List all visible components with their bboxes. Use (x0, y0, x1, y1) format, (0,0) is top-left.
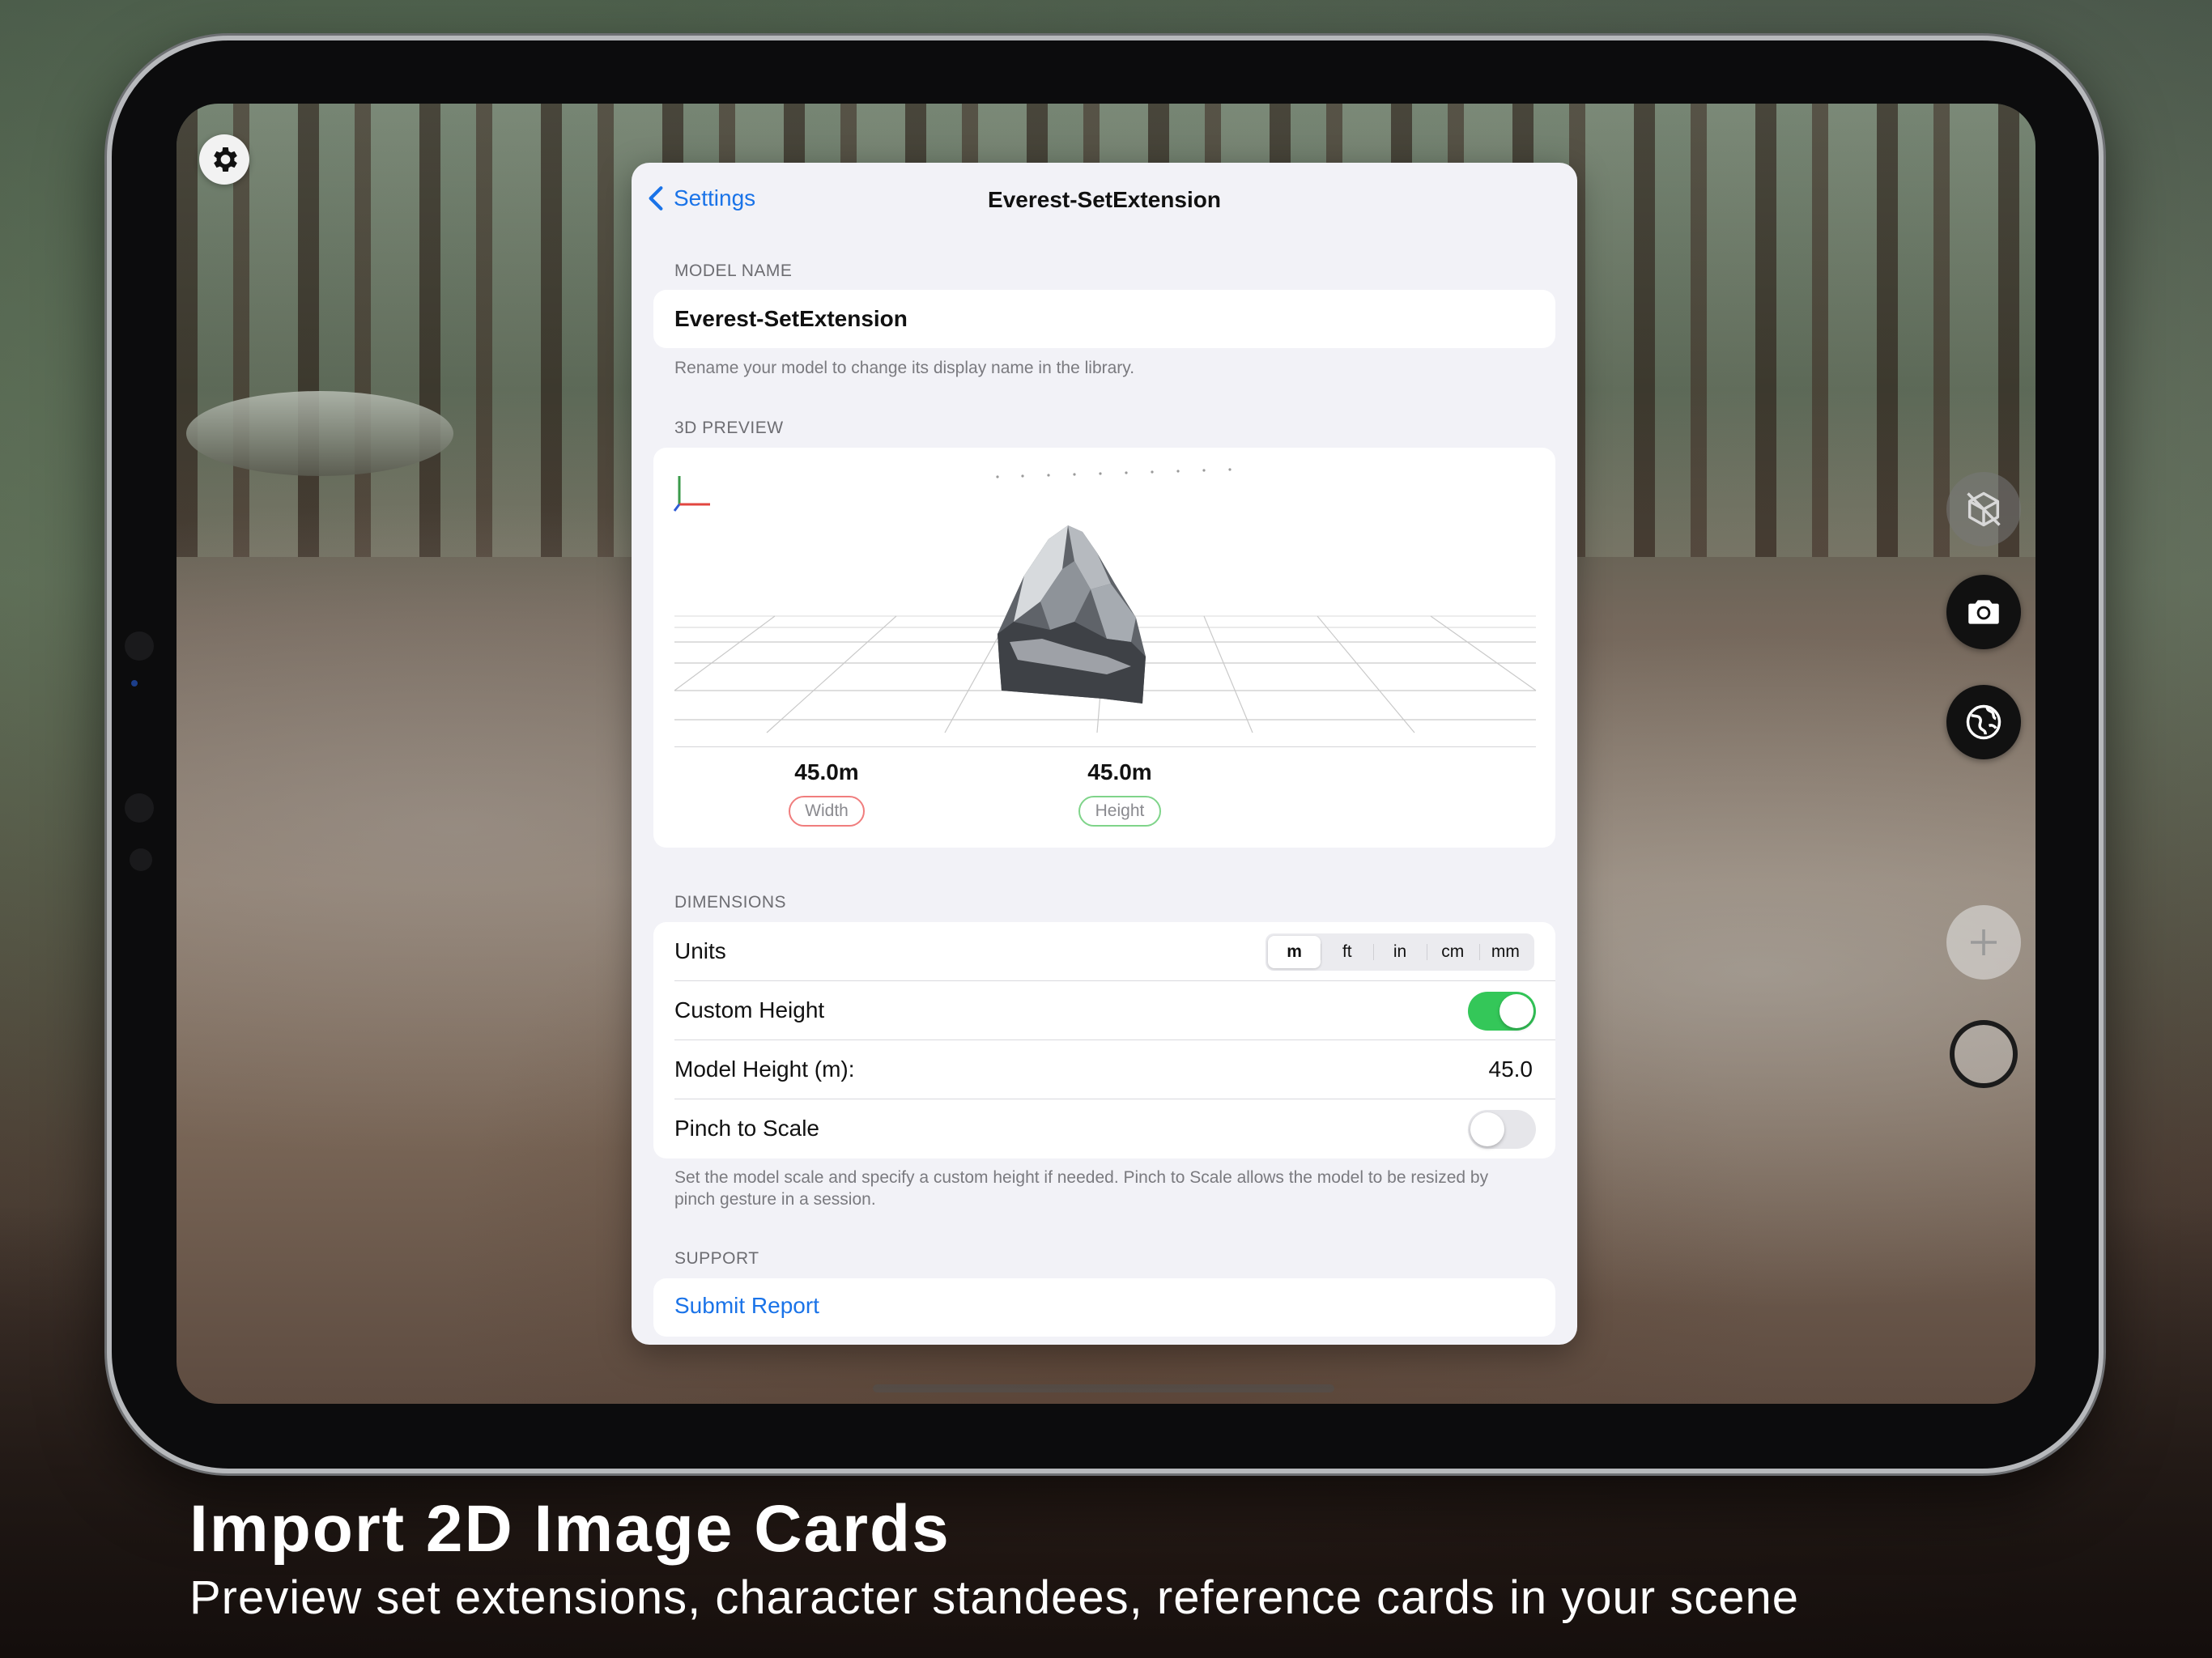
plus-icon (1971, 929, 1997, 955)
shutter-button[interactable] (1950, 1020, 2018, 1088)
axis-gizmo (673, 476, 710, 512)
submit-report-button[interactable]: Submit Report (674, 1293, 819, 1319)
units-option-in[interactable]: in (1373, 936, 1426, 968)
width-value: 45.0m (794, 759, 859, 784)
model-name-footnote: Rename your model to change its display … (674, 359, 1135, 377)
units-option-ft[interactable]: ft (1321, 936, 1373, 968)
pinch-to-scale-label: Pinch to Scale (674, 1116, 819, 1141)
camera-icon (1968, 600, 1999, 624)
capture-photo-button[interactable] (1946, 575, 2021, 649)
units-row: Units m ft in cm mm (653, 922, 1555, 981)
mountain-model (998, 525, 1146, 704)
pinch-to-scale-row: Pinch to Scale (653, 1099, 1555, 1158)
globe-icon (1966, 704, 2001, 740)
add-model-button[interactable] (1946, 905, 2021, 980)
support-header: SUPPORT (674, 1249, 759, 1268)
height-badge: Height (1078, 796, 1161, 827)
dimensions-header: DIMENSIONS (674, 893, 787, 912)
units-option-cm[interactable]: cm (1426, 936, 1479, 968)
units-option-mm[interactable]: mm (1478, 936, 1532, 968)
dimensions-footnote: Set the model scale and specify a custom… (674, 1168, 1489, 1209)
caption-title: Import 2D Image Cards (189, 1492, 951, 1566)
model-settings-sheet: Settings Everest-SetExtension MODEL NAME… (632, 163, 1577, 1345)
puddle (186, 391, 453, 476)
settings-button[interactable] (199, 134, 249, 185)
custom-height-label: Custom Height (674, 997, 825, 1022)
model-height-row: Model Height (m): 45.0 (653, 1040, 1555, 1099)
home-indicator (873, 1384, 1334, 1392)
cube-slash-icon (1967, 491, 2001, 527)
pinch-to-scale-toggle[interactable] (1468, 1110, 1536, 1149)
height-value: 45.0m (1087, 759, 1152, 784)
custom-height-row: Custom Height (653, 981, 1555, 1040)
model-height-label: Model Height (m): (674, 1056, 855, 1082)
toggle-knob (1499, 994, 1534, 1028)
navigation-bar: Settings Everest-SetExtension (632, 163, 1577, 240)
dimensions-card: Units m ft in cm mm Custom Height Model … (653, 922, 1555, 1158)
model-name-header: MODEL NAME (674, 261, 793, 280)
ipad-screen: Settings Everest-SetExtension MODEL NAME… (177, 104, 2035, 1404)
model-name-value[interactable]: Everest-SetExtension (674, 306, 908, 332)
world-tracking-button[interactable] (1946, 685, 2021, 759)
width-badge: Width (789, 796, 865, 827)
3d-preview-viewport[interactable] (653, 448, 1555, 747)
custom-height-toggle[interactable] (1468, 992, 1536, 1031)
units-label: Units (674, 938, 726, 963)
sheet-title: Everest-SetExtension (988, 187, 1221, 212)
toggle-knob (1470, 1112, 1504, 1146)
point-cloud-dots (996, 468, 1231, 478)
model-name-field[interactable]: Everest-SetExtension (653, 290, 1555, 348)
hide-model-button[interactable] (1946, 472, 2021, 546)
preview-header: 3D PREVIEW (674, 419, 784, 437)
units-option-m[interactable]: m (1268, 936, 1321, 968)
preview-card[interactable]: 45.0m Width 45.0m Height (653, 448, 1555, 848)
caption-subtitle: Preview set extensions, character stande… (189, 1571, 1799, 1624)
gear-icon (214, 147, 237, 172)
model-height-input[interactable]: 45.0 (1489, 1056, 1534, 1082)
units-segmented-control[interactable]: m ft in cm mm (1266, 933, 1534, 971)
support-card: Submit Report (653, 1278, 1555, 1337)
